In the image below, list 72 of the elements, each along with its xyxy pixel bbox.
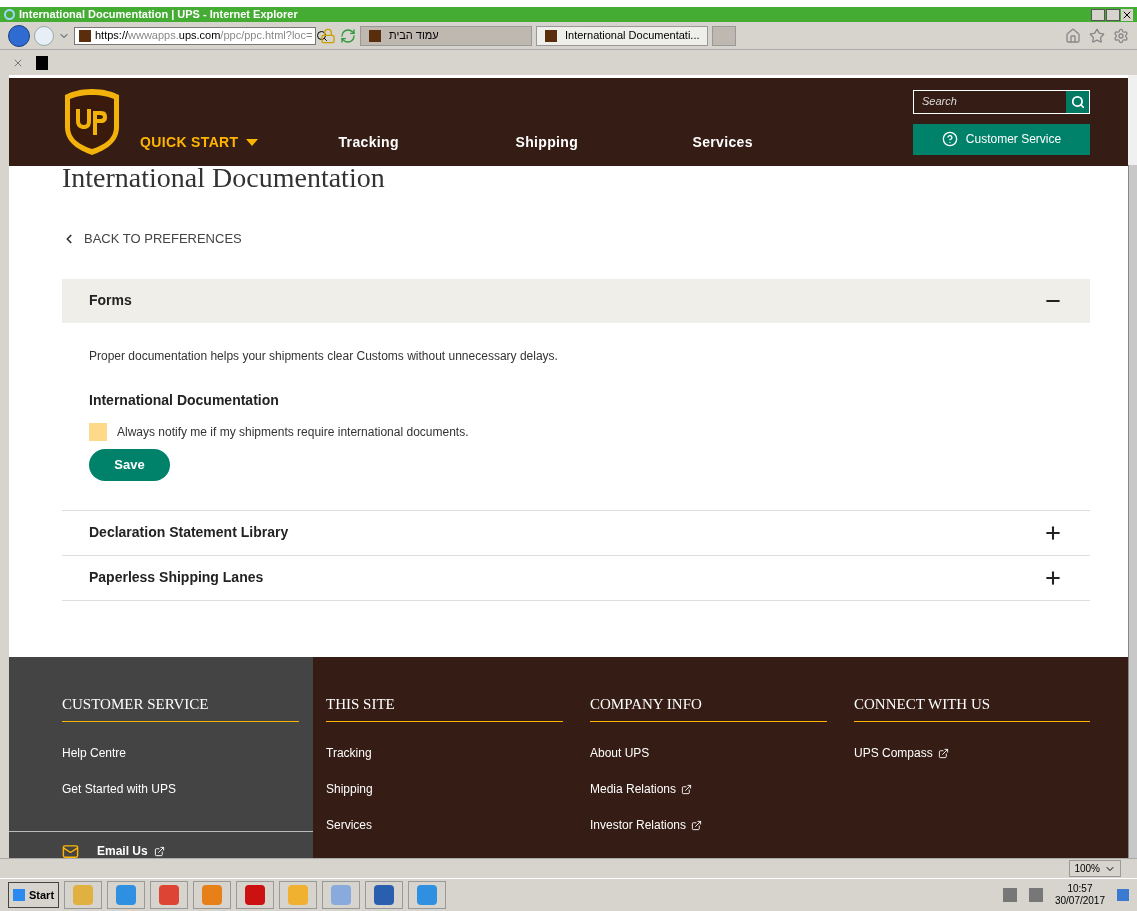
shield-logo-icon[interactable] [63,87,121,157]
section-header[interactable]: Paperless Shipping Lanes [62,555,1090,600]
browser-tab[interactable]: עמוד הבית [360,25,532,46]
minimize-icon[interactable] [1091,8,1105,21]
settings-icon[interactable] [1113,27,1129,44]
start-button[interactable]: Start [8,882,60,908]
footer-heading: THIS SITE [326,693,563,722]
clock-date: 30/07/2017 [1054,895,1105,908]
section-description: Proper documentation helps your shipments clear Customs without unnecessary delays. [89,347,559,365]
external-link-icon [153,845,165,857]
footer-link[interactable]: About UPS [590,743,650,763]
star-icon[interactable] [1089,27,1105,44]
lock-icon[interactable] [320,27,336,44]
customer-service-button[interactable]: Customer Service [913,123,1090,155]
tray-icon[interactable] [1002,888,1017,902]
search-icon[interactable] [316,29,329,42]
footer-link[interactable]: Tracking [326,743,372,763]
nav-link[interactable]: Shipping [515,131,693,153]
taskbar-app-icon[interactable] [408,881,447,909]
save-button[interactable]: Save [89,448,170,481]
footer-link[interactable]: Help Centre [62,743,127,763]
footer-heading: CUSTOMER SERVICE [62,693,299,722]
footer-heading: CONNECT WITH US [854,693,1090,722]
browser-tab[interactable]: International Documentati... [536,25,708,46]
help-icon [941,131,958,147]
site-icon [369,29,381,42]
nav-link[interactable]: Tracking [338,131,516,153]
page-title: International Documentation [62,166,386,188]
taskbar-app-icon[interactable] [279,881,318,909]
restore-icon[interactable] [1106,8,1120,21]
section-subheading: International Documentation [89,390,280,410]
checkbox-label: Always notify me if my shipments require international documents. [117,423,469,441]
windows-logo-icon [13,889,25,901]
mail-icon [62,842,79,858]
taskbar-app-icon[interactable] [322,881,361,909]
email-link[interactable]: Email Us [97,842,165,858]
tray-icon[interactable] [1028,888,1043,902]
footer-link[interactable]: Investor Relations [590,815,703,835]
checkbox[interactable] [89,422,107,441]
taskbar-app-icon[interactable] [236,881,275,909]
close-icon[interactable] [1121,8,1133,21]
footer-link[interactable]: UPS Compass [854,743,949,763]
taskbar-app-icon[interactable] [365,881,404,909]
section-header[interactable]: Forms [62,278,1090,323]
clock-time: 10:57 [1067,882,1093,895]
quick-start-menu[interactable]: QUICK START [140,131,259,153]
home-icon[interactable] [1065,27,1081,44]
scrollbar[interactable] [1128,75,1137,858]
taskbar-app-icon[interactable] [193,881,232,909]
footer-link[interactable]: Get Started with UPS [62,779,177,799]
back-button[interactable] [8,24,30,47]
browser-logo-icon [4,9,15,20]
footer-link[interactable]: Shipping [326,779,373,799]
external-link-icon [937,747,949,759]
extension-icon[interactable] [36,55,48,70]
external-link-icon [691,819,703,831]
new-tab-button[interactable] [712,25,736,46]
external-link-icon [681,783,693,795]
taskbar-app-icon[interactable] [150,881,189,909]
site-icon [79,29,91,42]
footer-link[interactable]: Media Relations [590,779,693,799]
window-title: International Documentation | UPS - Internet Explorer [19,9,298,20]
back-link[interactable]: BACK TO PREFERENCES [62,229,242,249]
caret-icon [246,138,259,146]
taskbar-app-icon[interactable] [64,881,103,909]
zoom-button[interactable]: 100% [1069,860,1121,877]
footer-link[interactable]: Services [326,815,372,835]
site-icon [545,29,557,42]
nav-link[interactable]: Services [692,131,870,153]
section-header[interactable]: Declaration Statement Library [62,510,1090,555]
taskbar-app-icon[interactable] [107,881,146,909]
footer-heading: COMPANY INFO [590,693,827,722]
